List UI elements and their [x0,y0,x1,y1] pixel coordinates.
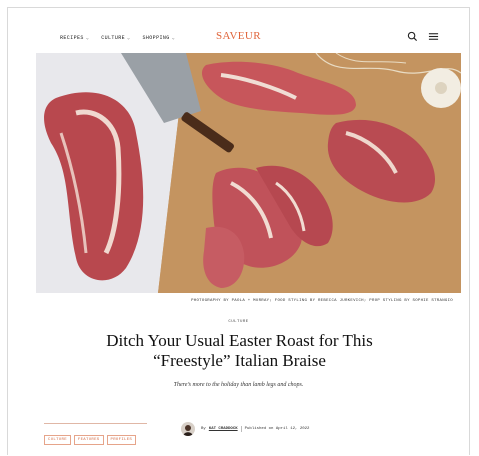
main-nav: RECIPES ⌄ CULTURE ⌄ SHOPPING ⌄ [60,35,175,41]
tag-culture[interactable]: CULTURE [44,435,71,445]
nav-label: CULTURE [101,35,126,41]
chevron-down-icon: ⌄ [85,35,90,41]
page-frame: RECIPES ⌄ CULTURE ⌄ SHOPPING ⌄ SAVEUR PH… [7,7,470,455]
nav-culture[interactable]: CULTURE ⌄ [101,35,130,41]
tag-list: CULTURE FEATURES PROFILES [44,435,137,445]
menu-icon[interactable] [428,31,439,42]
tag-profiles[interactable]: PROFILES [106,435,137,445]
chevron-down-icon: ⌄ [171,35,176,41]
hero-photo [36,53,461,293]
article-dek: There’s more to the holiday than lamb le… [173,382,304,388]
search-icon[interactable] [407,31,418,42]
byline-divider [240,426,242,432]
byline: By KAT CRADDOCK Published on April 12, 2… [181,422,309,436]
publish-date: Published on April 12, 2022 [244,427,310,431]
photo-credit: PHOTOGRAPHY BY PAOLA + MURRAY; FOOD STYL… [191,299,453,303]
nav-label: RECIPES [60,35,84,41]
nav-label: SHOPPING [142,35,170,41]
hero-image [36,53,461,293]
article-kicker[interactable]: CULTURE [8,320,469,324]
header-actions [407,31,439,42]
avatar[interactable] [181,422,195,436]
tag-divider [44,423,147,424]
article-headline: Ditch Your Usual Easter Roast for This “… [106,331,373,370]
byline-by: By [201,427,206,431]
author-link[interactable]: KAT CRADDOCK [209,427,238,431]
site-logo[interactable]: SAVEUR [216,30,261,42]
nav-shopping[interactable]: SHOPPING ⌄ [142,35,175,41]
chevron-down-icon: ⌄ [127,35,131,41]
nav-recipes[interactable]: RECIPES ⌄ [60,35,89,41]
tag-features[interactable]: FEATURES [73,435,104,445]
byline-text: By KAT CRADDOCK Published on April 12, 2… [201,426,309,432]
site-header: RECIPES ⌄ CULTURE ⌄ SHOPPING ⌄ SAVEUR [8,8,469,54]
